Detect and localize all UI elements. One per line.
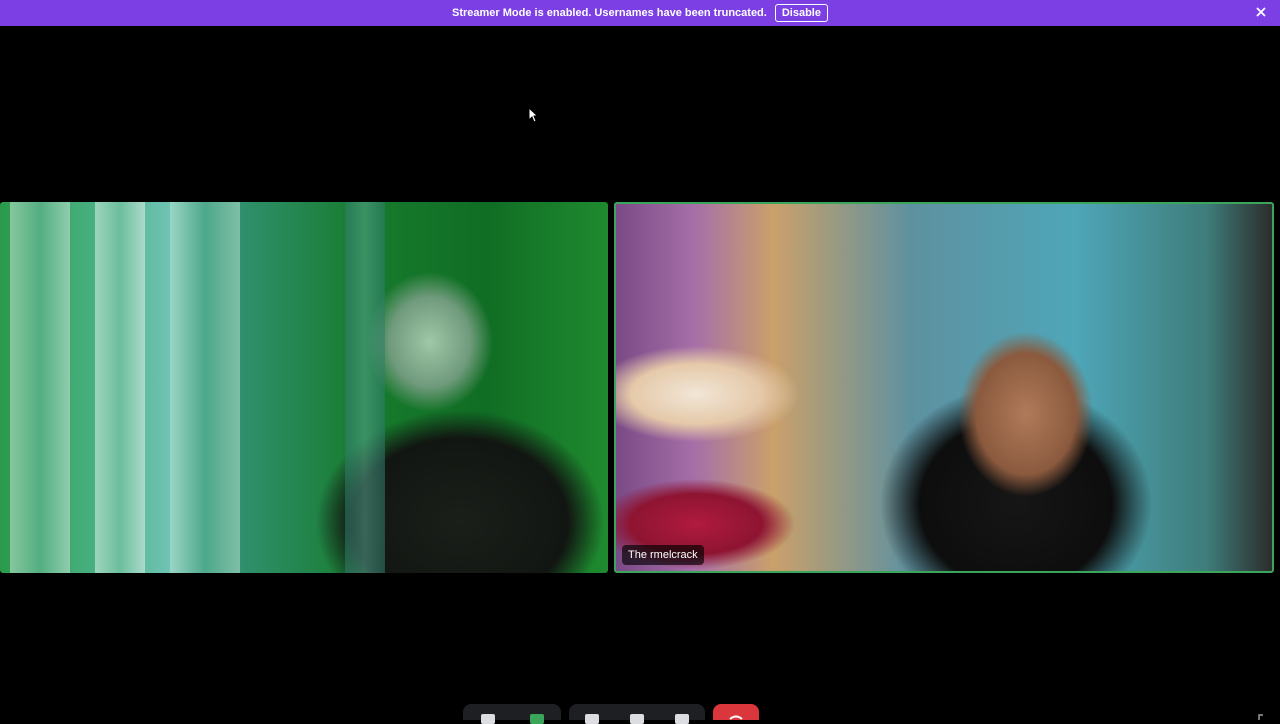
streamer-mode-banner: Streamer Mode is enabled. Usernames have…	[0, 0, 1280, 26]
curtain-stripe	[95, 202, 145, 573]
end-call-icon	[729, 714, 743, 720]
microphone-icon[interactable]	[481, 714, 495, 724]
close-icon[interactable]	[1254, 5, 1268, 19]
mouse-cursor-icon	[528, 107, 538, 123]
streamer-mode-message: Streamer Mode is enabled. Usernames have…	[452, 7, 767, 19]
voice-controls-group	[463, 704, 561, 720]
soundboard-icon[interactable]	[675, 714, 689, 724]
curtain-stripe	[170, 202, 240, 573]
activity-icon[interactable]	[630, 714, 644, 724]
curtain-stripe	[10, 202, 70, 573]
disable-streamer-mode-button[interactable]: Disable	[775, 4, 828, 22]
participant-name-label: The rmelcrack	[622, 545, 704, 565]
curtain-stripe	[345, 202, 385, 573]
screen-share-icon[interactable]	[585, 714, 599, 724]
end-call-button[interactable]	[713, 704, 759, 720]
video-tile-left[interactable]	[0, 202, 608, 573]
video-tile-right[interactable]: The rmelcrack	[614, 202, 1274, 573]
camera-icon[interactable]	[530, 714, 544, 724]
activity-controls-group	[569, 704, 705, 720]
fullscreen-icon[interactable]	[1258, 714, 1268, 720]
